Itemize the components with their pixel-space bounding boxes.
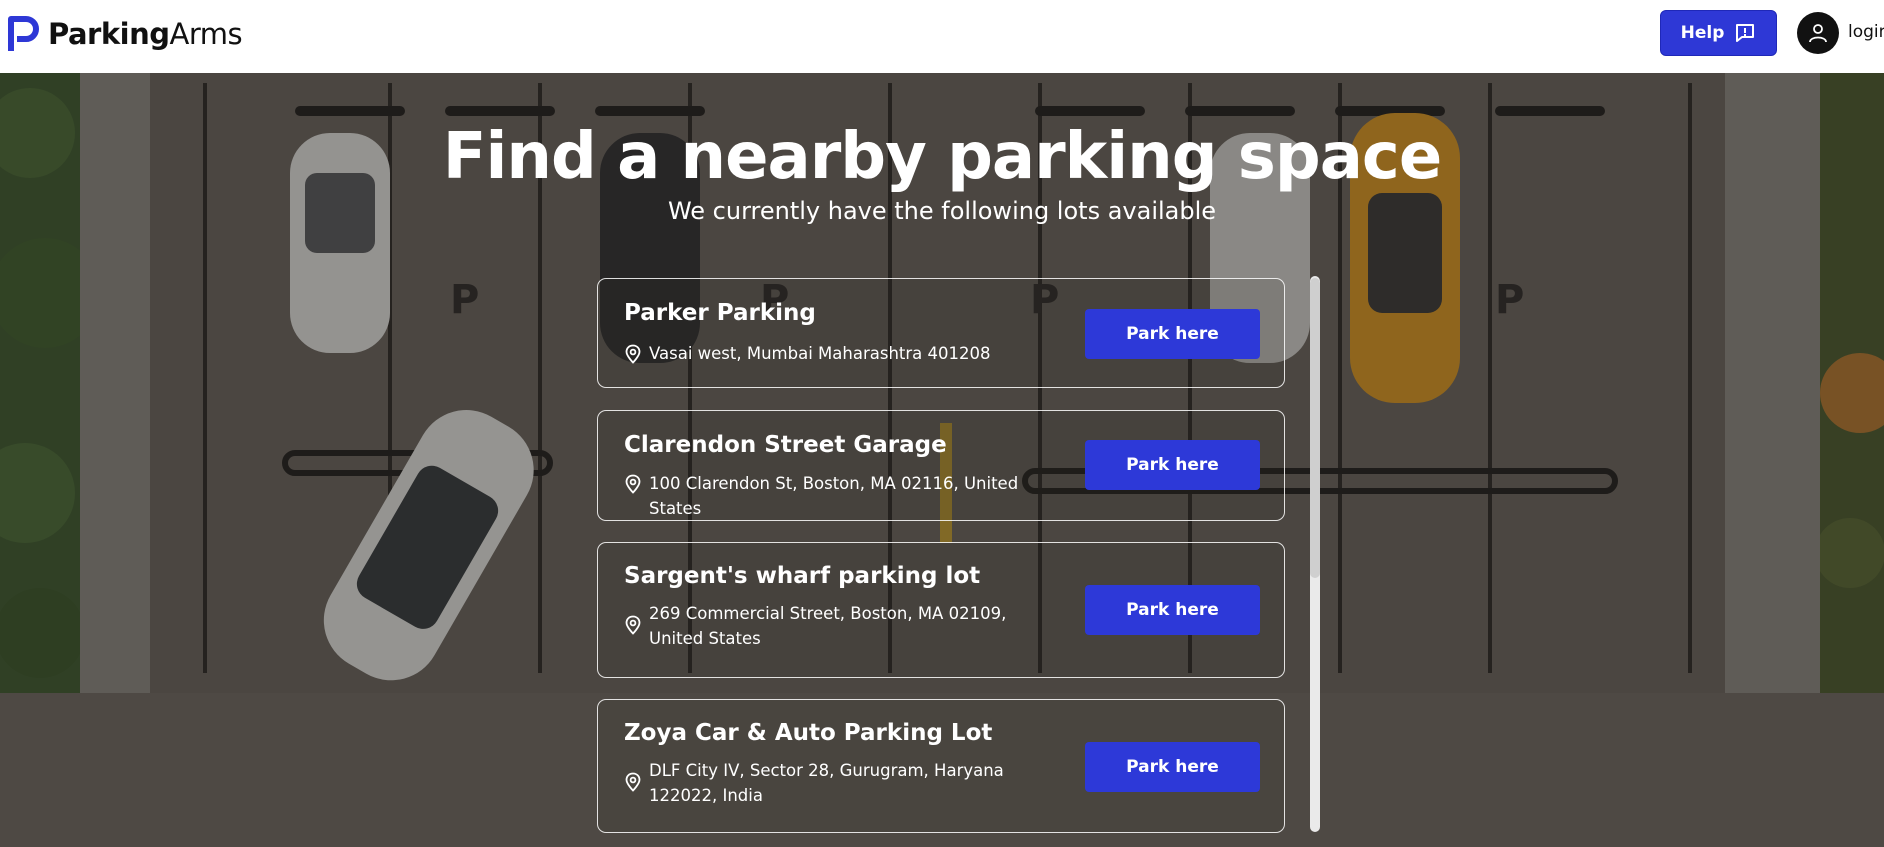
lot-address: 100 Clarendon St, Boston, MA 02116, Unit…: [624, 471, 1074, 521]
lot-card: Clarendon Street Garage 100 Clarendon St…: [597, 410, 1285, 521]
lot-address: DLF City IV, Sector 28, Gurugram, Haryan…: [624, 758, 1064, 808]
lot-name: Clarendon Street Garage: [624, 432, 947, 458]
parkingarms-logo-icon: [8, 16, 39, 51]
page-title: Find a nearby parking space: [442, 120, 1442, 194]
lot-name: Sargent's wharf parking lot: [624, 563, 981, 589]
lot-address-text: 269 Commercial Street, Boston, MA 02109,…: [649, 604, 1007, 648]
logo-text-light: Arms: [169, 17, 243, 51]
location-pin-icon: [624, 341, 644, 364]
lot-name: Zoya Car & Auto Parking Lot: [624, 720, 993, 746]
help-button-label: Help: [1680, 23, 1725, 43]
location-pin-icon: [624, 471, 644, 494]
logo-text: ParkingArms: [48, 17, 243, 51]
park-here-button[interactable]: Park here: [1085, 440, 1260, 490]
help-button[interactable]: Help: [1660, 10, 1777, 56]
user-avatar[interactable]: [1797, 12, 1839, 54]
lot-address-text: Vasai west, Mumbai Maharashtra 401208: [649, 344, 991, 363]
lot-list-scrollbar-thumb[interactable]: [1310, 278, 1320, 578]
lot-address: Vasai west, Mumbai Maharashtra 401208: [624, 341, 1044, 366]
lot-address: 269 Commercial Street, Boston, MA 02109,…: [624, 601, 1064, 651]
lot-list[interactable]: Parker Parking Vasai west, Mumbai Mahara…: [597, 276, 1287, 834]
hero-section: P P P P Find a nearby parking space We c…: [0, 73, 1884, 847]
logo-text-bold: Parking: [48, 17, 170, 51]
lot-address-text: DLF City IV, Sector 28, Gurugram, Haryan…: [649, 761, 1004, 805]
location-pin-icon: [624, 758, 644, 792]
lot-card: Sargent's wharf parking lot 269 Commerci…: [597, 542, 1285, 678]
logo[interactable]: ParkingArms: [8, 14, 243, 54]
login-link[interactable]: login: [1848, 22, 1884, 42]
lot-card: Zoya Car & Auto Parking Lot DLF City IV,…: [597, 699, 1285, 833]
lot-address-text: 100 Clarendon St, Boston, MA 02116, Unit…: [649, 474, 1019, 518]
lot-name: Parker Parking: [624, 300, 816, 326]
park-here-button[interactable]: Park here: [1085, 309, 1260, 359]
top-nav: ParkingArms Help login: [0, 0, 1884, 73]
lot-card: Parker Parking Vasai west, Mumbai Mahara…: [597, 278, 1285, 388]
page-subtitle: We currently have the following lots ava…: [667, 197, 1217, 225]
park-here-button[interactable]: Park here: [1085, 742, 1260, 792]
feedback-icon: [1736, 24, 1755, 42]
user-icon: [1809, 24, 1827, 43]
location-pin-icon: [624, 601, 644, 635]
park-here-button[interactable]: Park here: [1085, 585, 1260, 635]
